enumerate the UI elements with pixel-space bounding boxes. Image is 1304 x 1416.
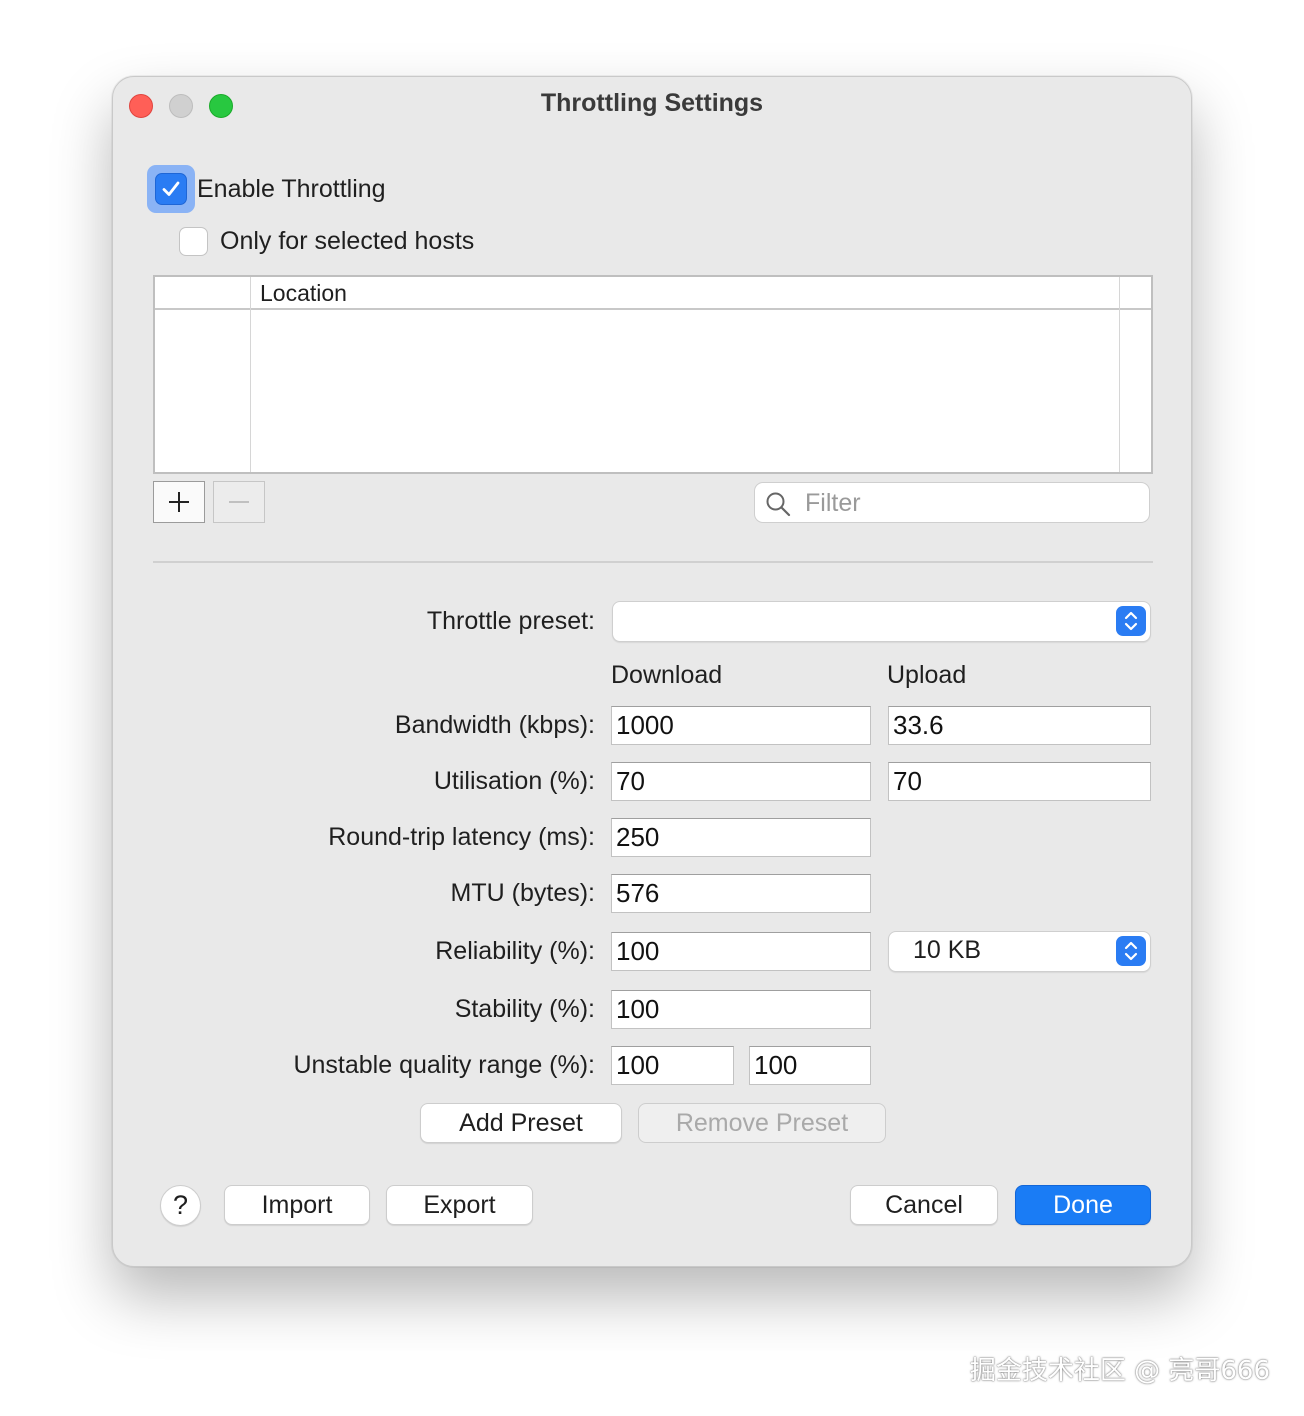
latency-field[interactable] bbox=[611, 818, 871, 857]
unstable-range-label: Unstable quality range (%): bbox=[293, 1051, 595, 1079]
section-divider bbox=[153, 561, 1153, 563]
column-divider bbox=[1119, 277, 1120, 472]
stability-input[interactable] bbox=[616, 993, 864, 1026]
unstable-range-min-field[interactable] bbox=[611, 1046, 734, 1085]
done-button[interactable]: Done bbox=[1015, 1185, 1151, 1225]
chevron-updown-icon bbox=[1116, 606, 1146, 636]
reliability-size-select[interactable]: 10 KB bbox=[888, 931, 1151, 972]
utilisation-download-input[interactable] bbox=[616, 765, 864, 798]
add-preset-button[interactable]: Add Preset bbox=[420, 1103, 622, 1143]
filter-search-field[interactable] bbox=[754, 482, 1150, 523]
bandwidth-download-input[interactable] bbox=[616, 709, 864, 742]
stability-label: Stability (%): bbox=[454, 995, 595, 1023]
upload-column-label: Upload bbox=[887, 661, 967, 689]
utilisation-download-field[interactable] bbox=[611, 762, 871, 801]
window-title: Throttling Settings bbox=[540, 89, 764, 117]
remove-preset-button[interactable]: Remove Preset bbox=[638, 1103, 886, 1143]
bandwidth-label: Bandwidth (kbps): bbox=[394, 711, 595, 739]
bandwidth-download-field[interactable] bbox=[611, 706, 871, 745]
location-column-header[interactable]: Location bbox=[260, 280, 347, 307]
latency-label: Round-trip latency (ms): bbox=[328, 823, 595, 851]
column-divider bbox=[250, 277, 251, 472]
export-button[interactable]: Export bbox=[386, 1185, 533, 1225]
search-icon bbox=[766, 492, 791, 517]
utilisation-upload-input[interactable] bbox=[893, 765, 1144, 798]
mtu-field[interactable] bbox=[611, 874, 871, 913]
reliability-size-value: 10 KB bbox=[913, 936, 982, 964]
unstable-range-max-input[interactable] bbox=[754, 1049, 864, 1082]
hosts-table-header: Location bbox=[155, 277, 1151, 310]
chevron-updown-icon bbox=[1116, 936, 1146, 966]
bandwidth-upload-input[interactable] bbox=[893, 709, 1144, 742]
only-selected-hosts-checkbox[interactable] bbox=[179, 227, 208, 256]
stability-field[interactable] bbox=[611, 990, 871, 1029]
checkmark-icon bbox=[162, 181, 180, 196]
throttling-settings-window: Throttling Settings Enable Throttling On… bbox=[112, 76, 1192, 1267]
mtu-label: MTU (bytes): bbox=[450, 879, 595, 907]
hosts-table[interactable]: Location bbox=[153, 275, 1153, 474]
enable-throttling-checkbox[interactable] bbox=[155, 173, 187, 205]
download-column-label: Download bbox=[611, 661, 723, 689]
utilisation-upload-field[interactable] bbox=[888, 762, 1151, 801]
cancel-button[interactable]: Cancel bbox=[850, 1185, 998, 1225]
reliability-field[interactable] bbox=[611, 932, 871, 971]
mtu-input[interactable] bbox=[616, 877, 864, 910]
add-host-button[interactable] bbox=[153, 481, 205, 523]
throttle-preset-label: Throttle preset: bbox=[426, 607, 595, 635]
import-button[interactable]: Import bbox=[224, 1185, 370, 1225]
unstable-range-min-input[interactable] bbox=[616, 1049, 727, 1082]
only-selected-hosts-label[interactable]: Only for selected hosts bbox=[220, 227, 474, 256]
help-button[interactable]: ? bbox=[160, 1185, 201, 1226]
throttle-preset-select[interactable] bbox=[612, 601, 1151, 642]
filter-input[interactable] bbox=[803, 485, 1137, 521]
remove-host-button[interactable] bbox=[213, 481, 265, 523]
watermark-text: 掘金技术社区 @ 亮哥666 bbox=[969, 1356, 1270, 1386]
minus-icon bbox=[229, 501, 249, 503]
reliability-label: Reliability (%): bbox=[435, 937, 595, 965]
utilisation-label: Utilisation (%): bbox=[433, 767, 595, 795]
latency-input[interactable] bbox=[616, 821, 864, 854]
reliability-input[interactable] bbox=[616, 935, 864, 968]
plus-icon bbox=[169, 492, 189, 512]
enable-throttling-label[interactable]: Enable Throttling bbox=[197, 175, 386, 204]
bandwidth-upload-field[interactable] bbox=[888, 706, 1151, 745]
unstable-range-max-field[interactable] bbox=[749, 1046, 871, 1085]
